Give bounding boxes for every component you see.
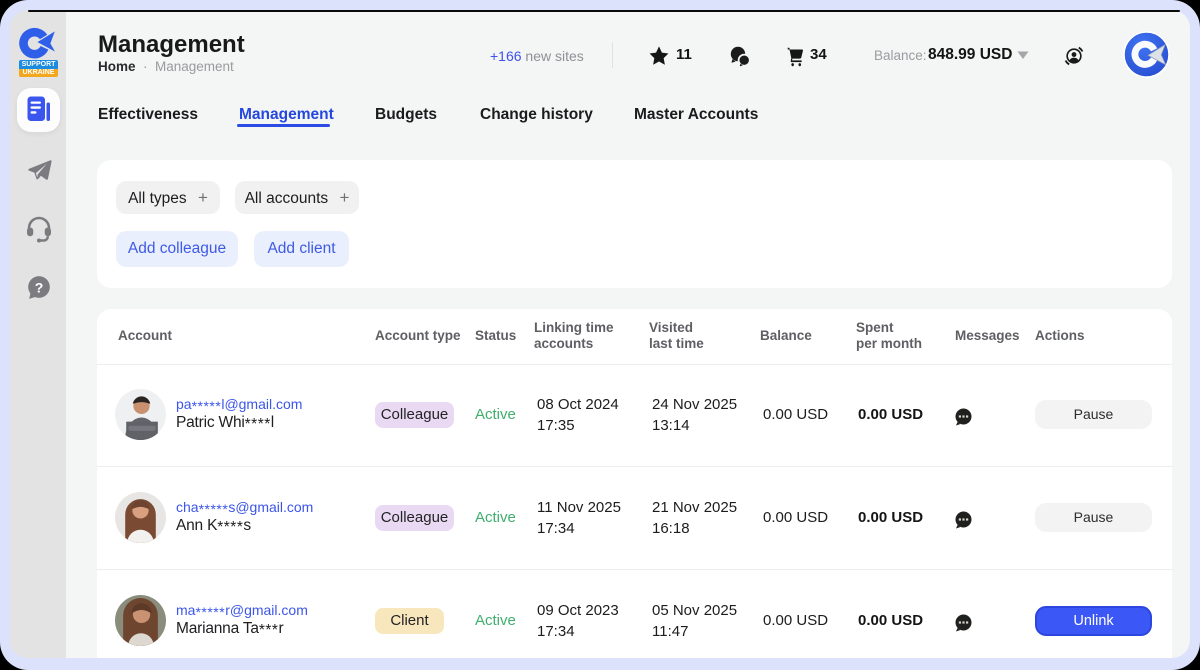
- svg-text:?: ?: [35, 279, 44, 295]
